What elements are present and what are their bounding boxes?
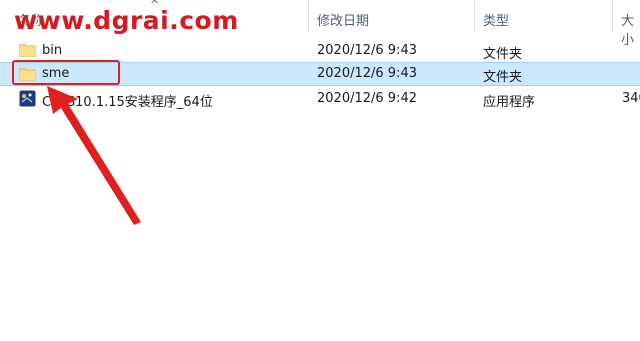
annotation-arrow (47, 86, 141, 225)
